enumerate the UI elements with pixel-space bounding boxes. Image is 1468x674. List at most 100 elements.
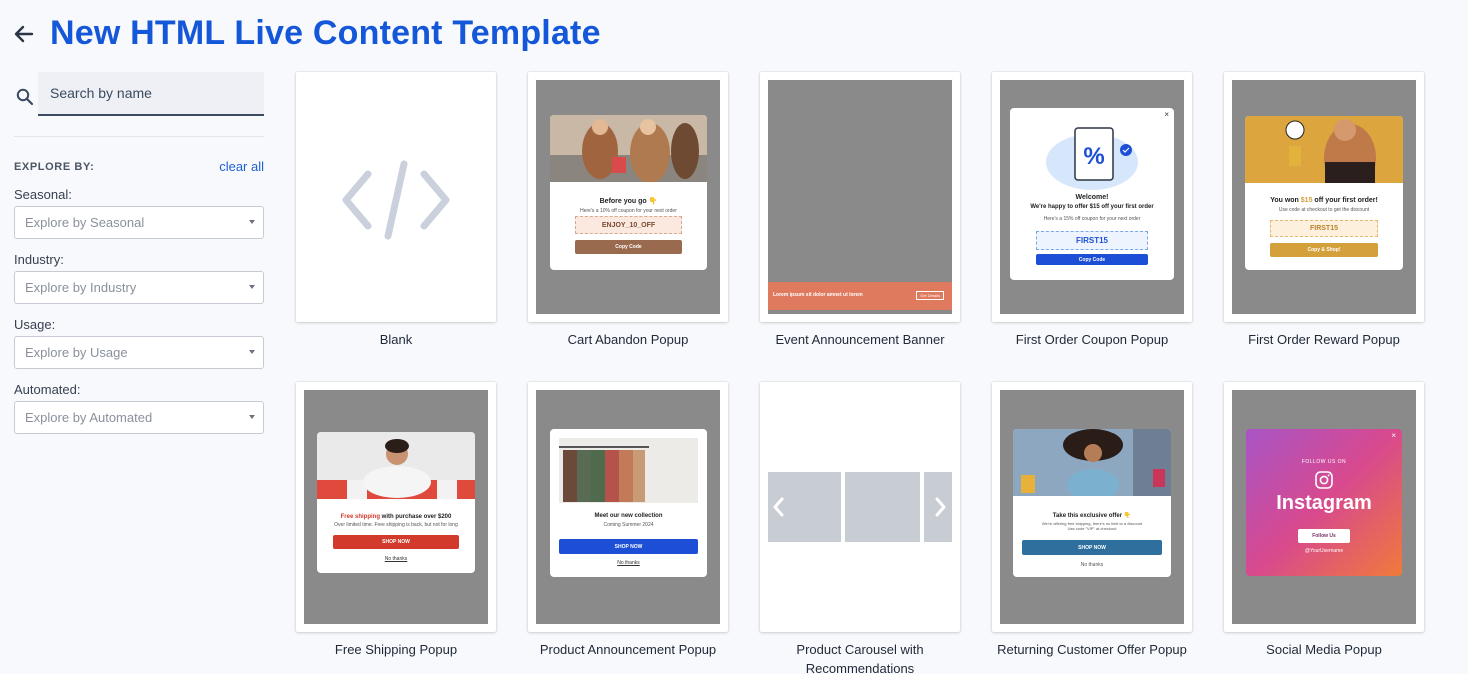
template-card-product-announcement[interactable]: Meet our new collection Coming Summer 20…: [528, 382, 728, 632]
preview-background: Take this exclusive offer 👇 We're offeri…: [1000, 390, 1184, 624]
preview-background: × % Welcome! We're happy to offer $15 of…: [1000, 80, 1184, 314]
preview-background: Free shipping with purchase over $200 Ov…: [304, 390, 488, 624]
template-label-blank: Blank: [379, 332, 413, 347]
code-icon: [342, 160, 450, 240]
preview-popup: Take this exclusive offer 👇 We're offeri…: [1013, 429, 1171, 577]
preview-handle: @YourUsername: [1304, 548, 1344, 554]
shop-now-button: SHOP NOW: [559, 539, 698, 554]
excited-woman-photo: [1013, 429, 1171, 501]
coupon-code: FIRST15: [1036, 231, 1148, 250]
sidebar-divider: [14, 136, 264, 137]
preview-text: Coming Summer 2024: [603, 522, 654, 528]
carousel-slide: [845, 472, 920, 542]
preview-background: × FOLLOW US ON Instagram Follow Us @Your…: [1232, 390, 1416, 624]
seasonal-label: Seasonal:: [14, 187, 72, 202]
template-label-free-shipping: Free Shipping Popup: [334, 642, 458, 657]
automated-select[interactable]: Explore by Automated: [14, 401, 264, 434]
celebration-photo: [1245, 116, 1403, 192]
template-card-free-shipping[interactable]: Free shipping with purchase over $200 Ov…: [296, 382, 496, 632]
template-label-returning-customer: Returning Customer Offer Popup: [997, 642, 1187, 657]
seasonal-placeholder: Explore by Seasonal: [25, 215, 145, 230]
chevron-right-icon: [935, 497, 946, 517]
caret-down-icon: [249, 220, 255, 224]
template-card-first-order-coupon[interactable]: × % Welcome! We're happy to offer $15 of…: [992, 72, 1192, 322]
shopping-photo: [550, 115, 707, 183]
preview-background: Meet our new collection Coming Summer 20…: [536, 390, 720, 624]
preview-heading: You won $15 off your first order!: [1270, 197, 1378, 204]
instagram-icon: [1315, 471, 1333, 489]
template-card-first-order-reward[interactable]: You won $15 off your first order! Use co…: [1224, 72, 1424, 322]
smiling-woman-photo: [317, 432, 475, 499]
preview-text: Use code at checkout to get the discount: [1278, 207, 1370, 213]
template-label-cart-abandon: Cart Abandon Popup: [567, 332, 689, 347]
banner-button: Get Details: [916, 291, 944, 300]
close-icon: ×: [1164, 110, 1169, 119]
copy-code-button: Copy Code: [1036, 254, 1148, 265]
preview-heading: Meet our new collection: [594, 513, 663, 519]
shop-now-button: SHOP NOW: [1022, 540, 1162, 555]
copy-shop-button: Copy & Shop!: [1270, 243, 1378, 257]
banner-text: Lorem ipsum sit dolor amnet ut lorem: [773, 292, 863, 298]
template-card-blank[interactable]: [296, 72, 496, 322]
no-thanks-link: No thanks: [617, 560, 640, 566]
discount-illustration: %: [1046, 127, 1138, 190]
preview-popup: × FOLLOW US ON Instagram Follow Us @Your…: [1246, 429, 1402, 576]
explore-by-label: EXPLORE BY:: [14, 160, 95, 173]
filter-sidebar: EXPLORE BY: clear all Seasonal: Explore …: [14, 72, 264, 434]
template-card-event-banner[interactable]: Lorem ipsum sit dolor amnet ut lorem Get…: [760, 72, 960, 322]
template-card-returning-customer[interactable]: Take this exclusive offer 👇 We're offeri…: [992, 382, 1192, 632]
caret-down-icon: [249, 350, 255, 354]
usage-label: Usage:: [14, 317, 56, 332]
chevron-left-icon: [773, 497, 784, 517]
preview-text: Here's a 10% off coupon for your next or…: [580, 208, 677, 214]
preview-brand: Instagram: [1276, 492, 1372, 514]
coupon-code: ENJOY_10_OFF: [575, 216, 682, 234]
svg-text:%: %: [1083, 143, 1104, 170]
caret-down-icon: [249, 285, 255, 289]
preview-heading: Before you go 👇: [599, 198, 658, 205]
shop-now-button: SHOP NOW: [333, 535, 459, 549]
clear-all-link[interactable]: clear all: [219, 159, 264, 174]
preview-heading: Take this exclusive offer 👇: [1052, 513, 1132, 519]
preview-popup: Free shipping with purchase over $200 Ov…: [317, 432, 475, 573]
copy-code-button: Copy Code: [575, 240, 682, 254]
search-icon: [16, 88, 34, 106]
automated-label: Automated:: [14, 382, 81, 397]
industry-placeholder: Explore by Industry: [25, 280, 137, 295]
preview-eyebrow: FOLLOW US ON: [1301, 459, 1347, 465]
preview-heading: We're happy to offer $15 off your first …: [1030, 204, 1154, 210]
clothing-rack-photo: [559, 438, 698, 503]
close-icon: ×: [1391, 431, 1396, 440]
follow-us-button: Follow Us: [1298, 529, 1350, 543]
seasonal-select[interactable]: Explore by Seasonal: [14, 206, 264, 239]
template-label-first-order-coupon: First Order Coupon Popup: [1015, 332, 1169, 347]
preview-text: Here's a 15% off coupon for your next or…: [1043, 216, 1141, 222]
template-card-social-media[interactable]: × FOLLOW US ON Instagram Follow Us @Your…: [1224, 382, 1424, 632]
preview-text-secondary: Use code "VIP" at checkout: [1067, 526, 1117, 531]
automated-placeholder: Explore by Automated: [25, 410, 153, 425]
preview-background: Lorem ipsum sit dolor amnet ut lorem Get…: [768, 80, 952, 314]
preview-popup: Before you go 👇 Here's a 10% off coupon …: [550, 115, 707, 270]
preview-background: Before you go 👇 Here's a 10% off coupon …: [536, 80, 720, 314]
preview-popup: You won $15 off your first order! Use co…: [1245, 116, 1403, 270]
template-label-product-announcement: Product Announcement Popup: [539, 642, 717, 657]
template-label-event-banner: Event Announcement Banner: [775, 332, 945, 347]
preview-popup: Meet our new collection Coming Summer 20…: [550, 429, 707, 577]
preview-background: You won $15 off your first order! Use co…: [1232, 80, 1416, 314]
template-card-cart-abandon[interactable]: Before you go 👇 Here's a 10% off coupon …: [528, 72, 728, 322]
search-input[interactable]: [38, 72, 264, 116]
template-label-first-order-reward: First Order Reward Popup: [1248, 332, 1400, 347]
page-title: New HTML Live Content Template: [50, 14, 601, 52]
industry-select[interactable]: Explore by Industry: [14, 271, 264, 304]
preview-heading: Free shipping with purchase over $200: [340, 514, 452, 520]
no-thanks-link: No thanks: [1080, 562, 1104, 568]
back-arrow-icon[interactable]: [12, 22, 36, 46]
usage-placeholder: Explore by Usage: [25, 345, 128, 360]
coupon-code: FIRST15: [1270, 220, 1378, 237]
preview-popup: × % Welcome! We're happy to offer $15 of…: [1010, 108, 1174, 280]
usage-select[interactable]: Explore by Usage: [14, 336, 264, 369]
template-label-social-media: Social Media Popup: [1266, 642, 1382, 657]
caret-down-icon: [249, 415, 255, 419]
template-card-product-carousel[interactable]: [760, 382, 960, 632]
search-box: [14, 72, 264, 116]
